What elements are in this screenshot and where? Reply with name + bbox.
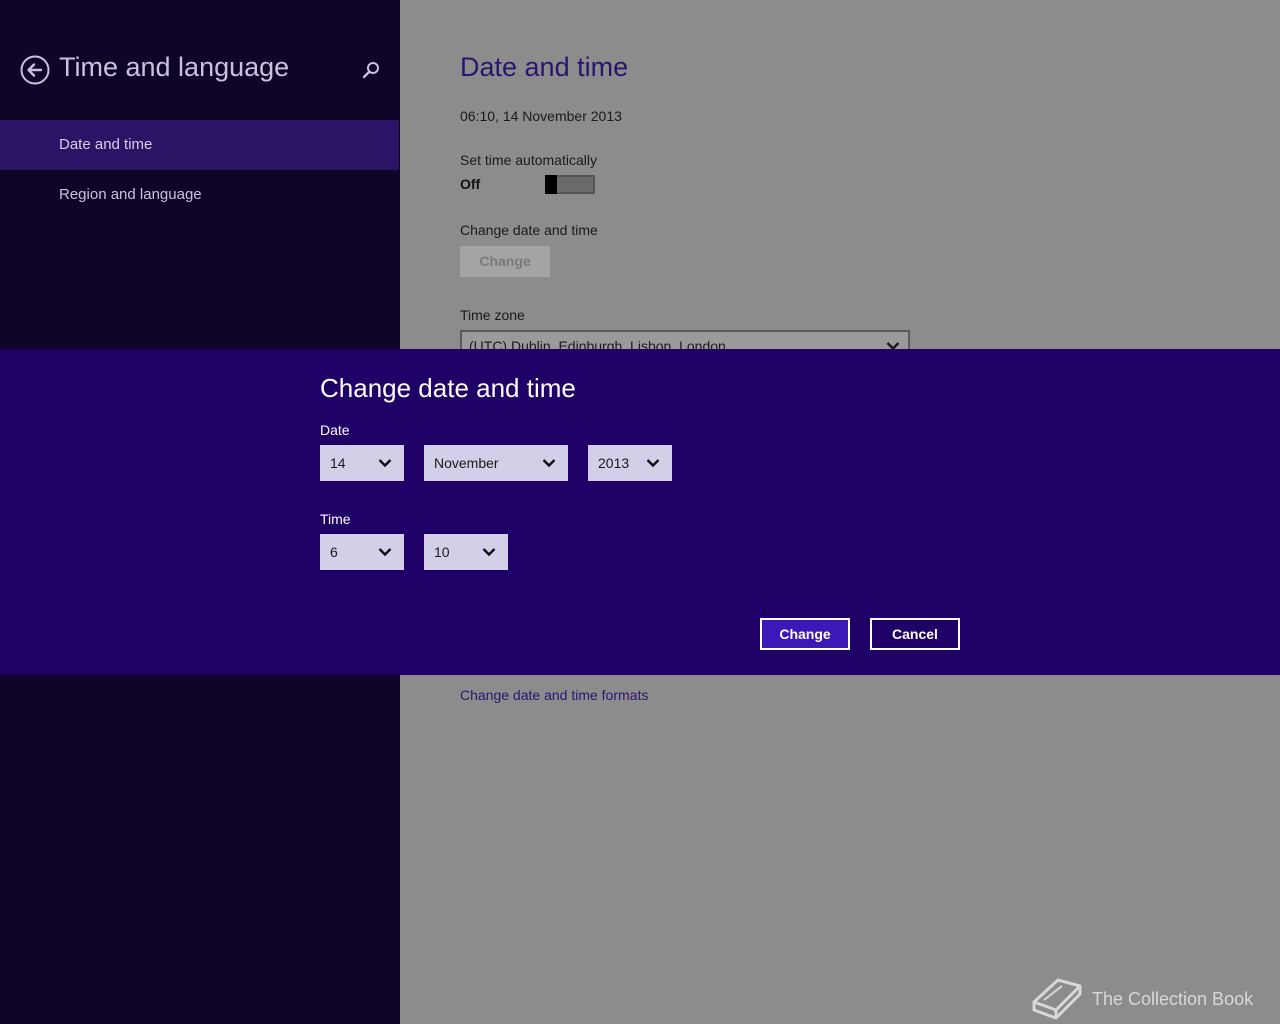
change-date-time-dialog: Change date and time Date 14 November 20… [0,349,1280,675]
dialog-title: Change date and time [320,373,576,403]
day-select[interactable]: 14 [320,445,404,481]
sidebar-item-label: Region and language [59,186,202,203]
set-time-auto-toggle[interactable] [545,175,595,194]
year-select[interactable]: 2013 [588,445,672,481]
change-button[interactable]: Change [760,618,850,650]
page-title: Date and time [460,52,629,82]
change-formats-link[interactable]: Change date and time formats [460,687,648,703]
day-value: 14 [330,455,346,471]
chevron-down-icon [378,548,392,557]
book-icon [1032,978,1082,1020]
watermark: The Collection Book [1028,972,1278,1022]
chevron-down-icon [646,459,660,468]
change-date-time-label: Change date and time [460,222,598,238]
hour-value: 6 [330,544,338,560]
search-icon [362,62,379,79]
hour-select[interactable]: 6 [320,534,404,570]
month-select[interactable]: November [424,445,568,481]
timezone-label: Time zone [460,307,525,323]
date-label: Date [320,422,350,438]
time-label: Time [320,511,351,527]
change-button-disabled[interactable]: Change [460,246,550,277]
sidebar-item-date-and-time[interactable]: Date and time [0,120,399,170]
set-time-auto-label: Set time automatically [460,152,597,168]
sidebar-title: Time and language [59,52,290,82]
sidebar-item-region-and-language[interactable]: Region and language [0,170,399,220]
month-value: November [434,455,499,471]
toggle-state-text: Off [460,176,481,192]
chevron-down-icon [542,459,556,468]
watermark-text: The Collection Book [1092,989,1254,1009]
search-button[interactable] [361,60,381,80]
cancel-button[interactable]: Cancel [870,618,960,650]
minute-value: 10 [434,544,450,560]
year-value: 2013 [598,455,630,471]
toggle-knob [545,175,557,194]
sidebar-item-label: Date and time [59,136,153,153]
minute-select[interactable]: 10 [424,534,508,570]
chevron-down-icon [482,548,496,557]
current-datetime: 06:10, 14 November 2013 [460,108,622,124]
back-arrow-icon [20,55,50,85]
back-button[interactable] [20,55,50,85]
chevron-down-icon [378,459,392,468]
